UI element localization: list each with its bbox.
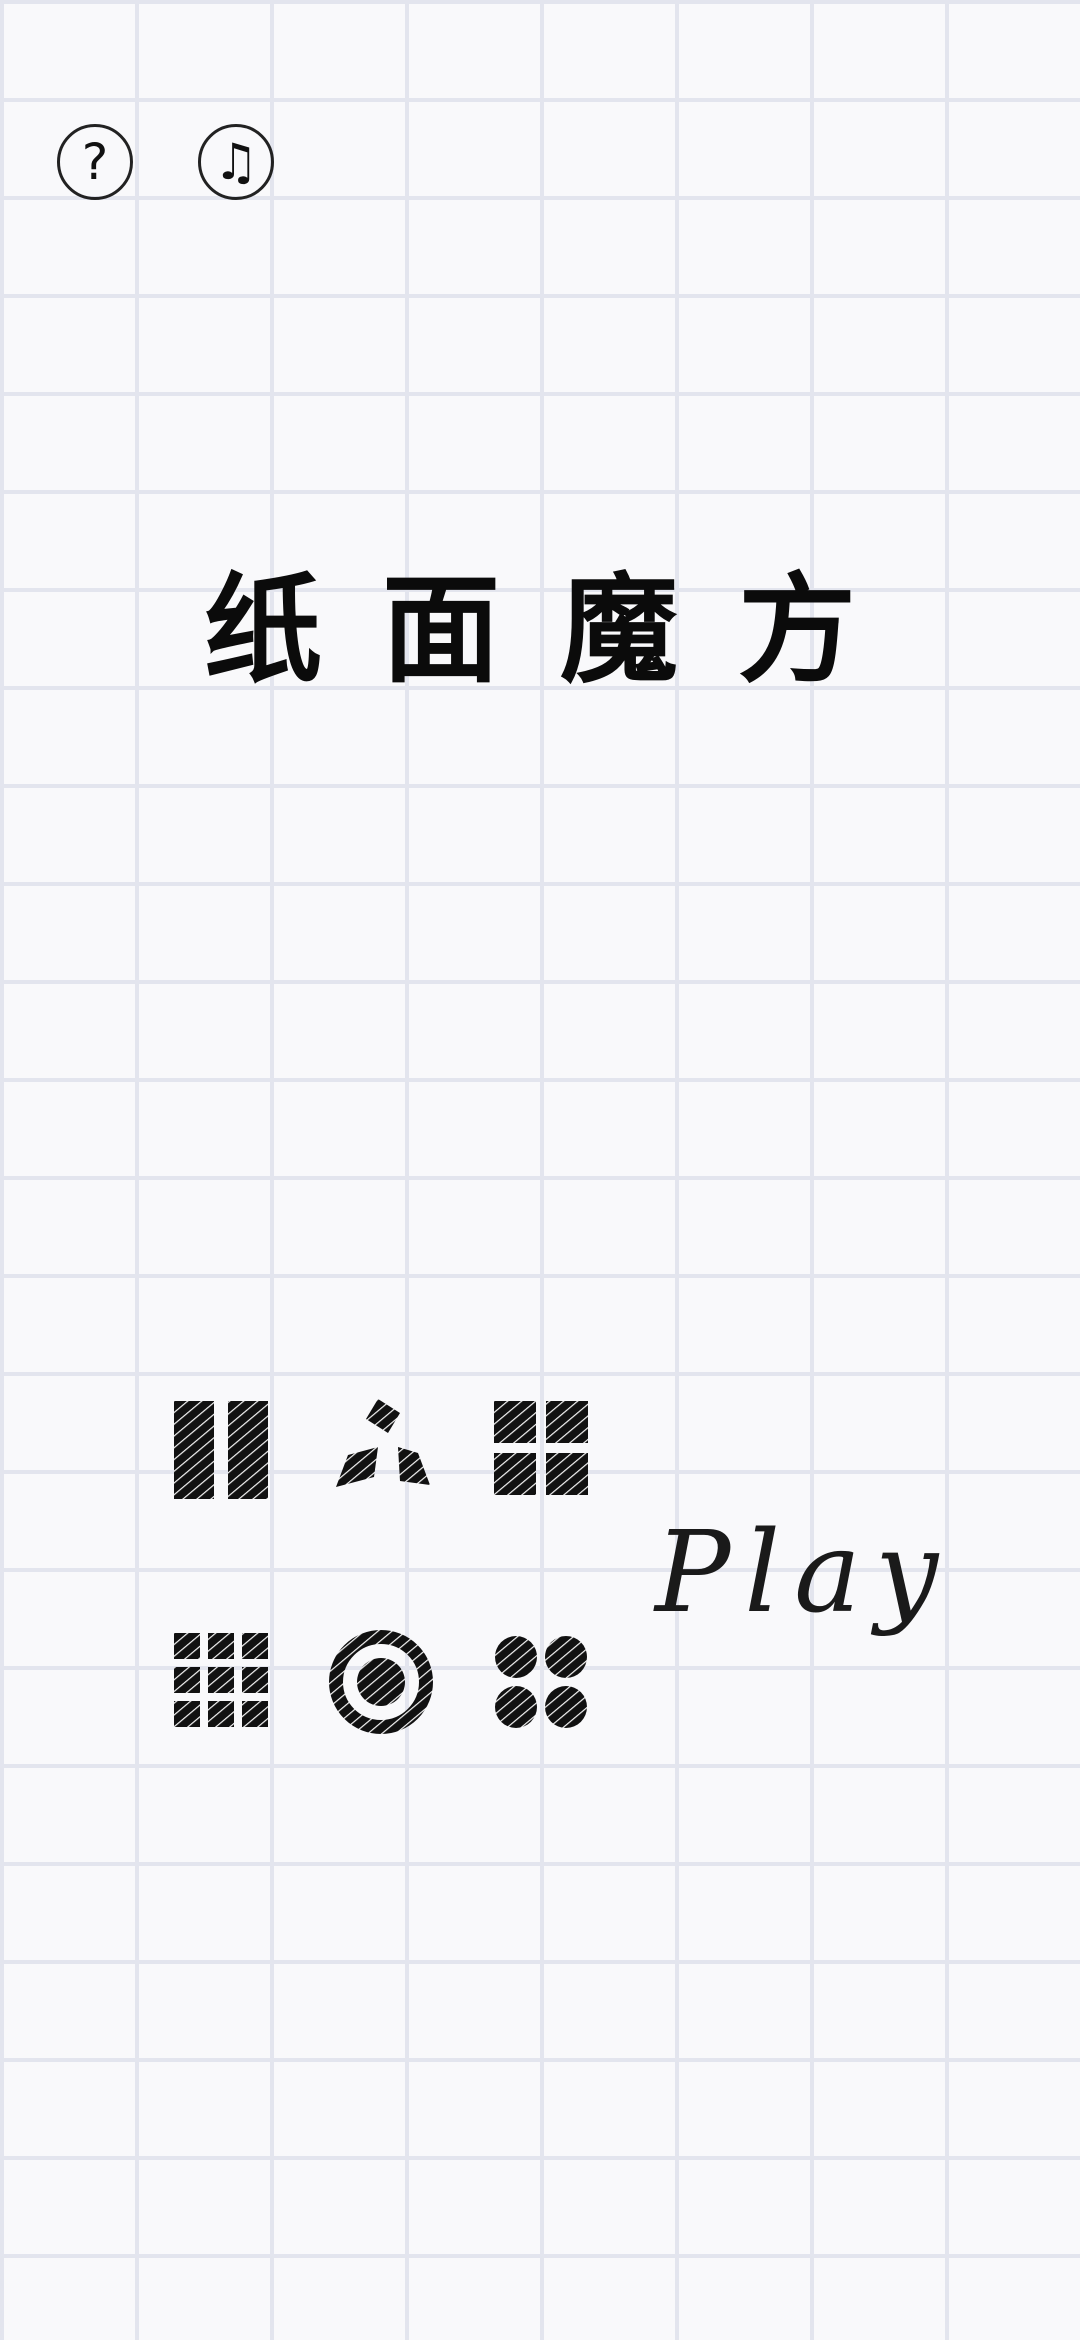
mode-four-squares-icon[interactable] (486, 1395, 596, 1505)
help-icon: ? (81, 133, 109, 191)
mode-two-bars-icon[interactable] (166, 1395, 276, 1505)
mode-selector (160, 1395, 600, 1745)
mode-grid-squares-icon[interactable] (166, 1627, 276, 1737)
help-button[interactable]: ? (57, 124, 133, 200)
mode-ring-icon[interactable] (326, 1627, 436, 1737)
mode-triangle-pieces-icon[interactable] (326, 1395, 436, 1505)
mode-four-dots-icon[interactable] (486, 1627, 596, 1737)
game-title: 纸面魔方 (203, 561, 916, 699)
play-button[interactable]: Play (655, 1498, 965, 1648)
music-note-icon: ♫ (213, 133, 259, 191)
music-button[interactable]: ♫ (198, 124, 274, 200)
